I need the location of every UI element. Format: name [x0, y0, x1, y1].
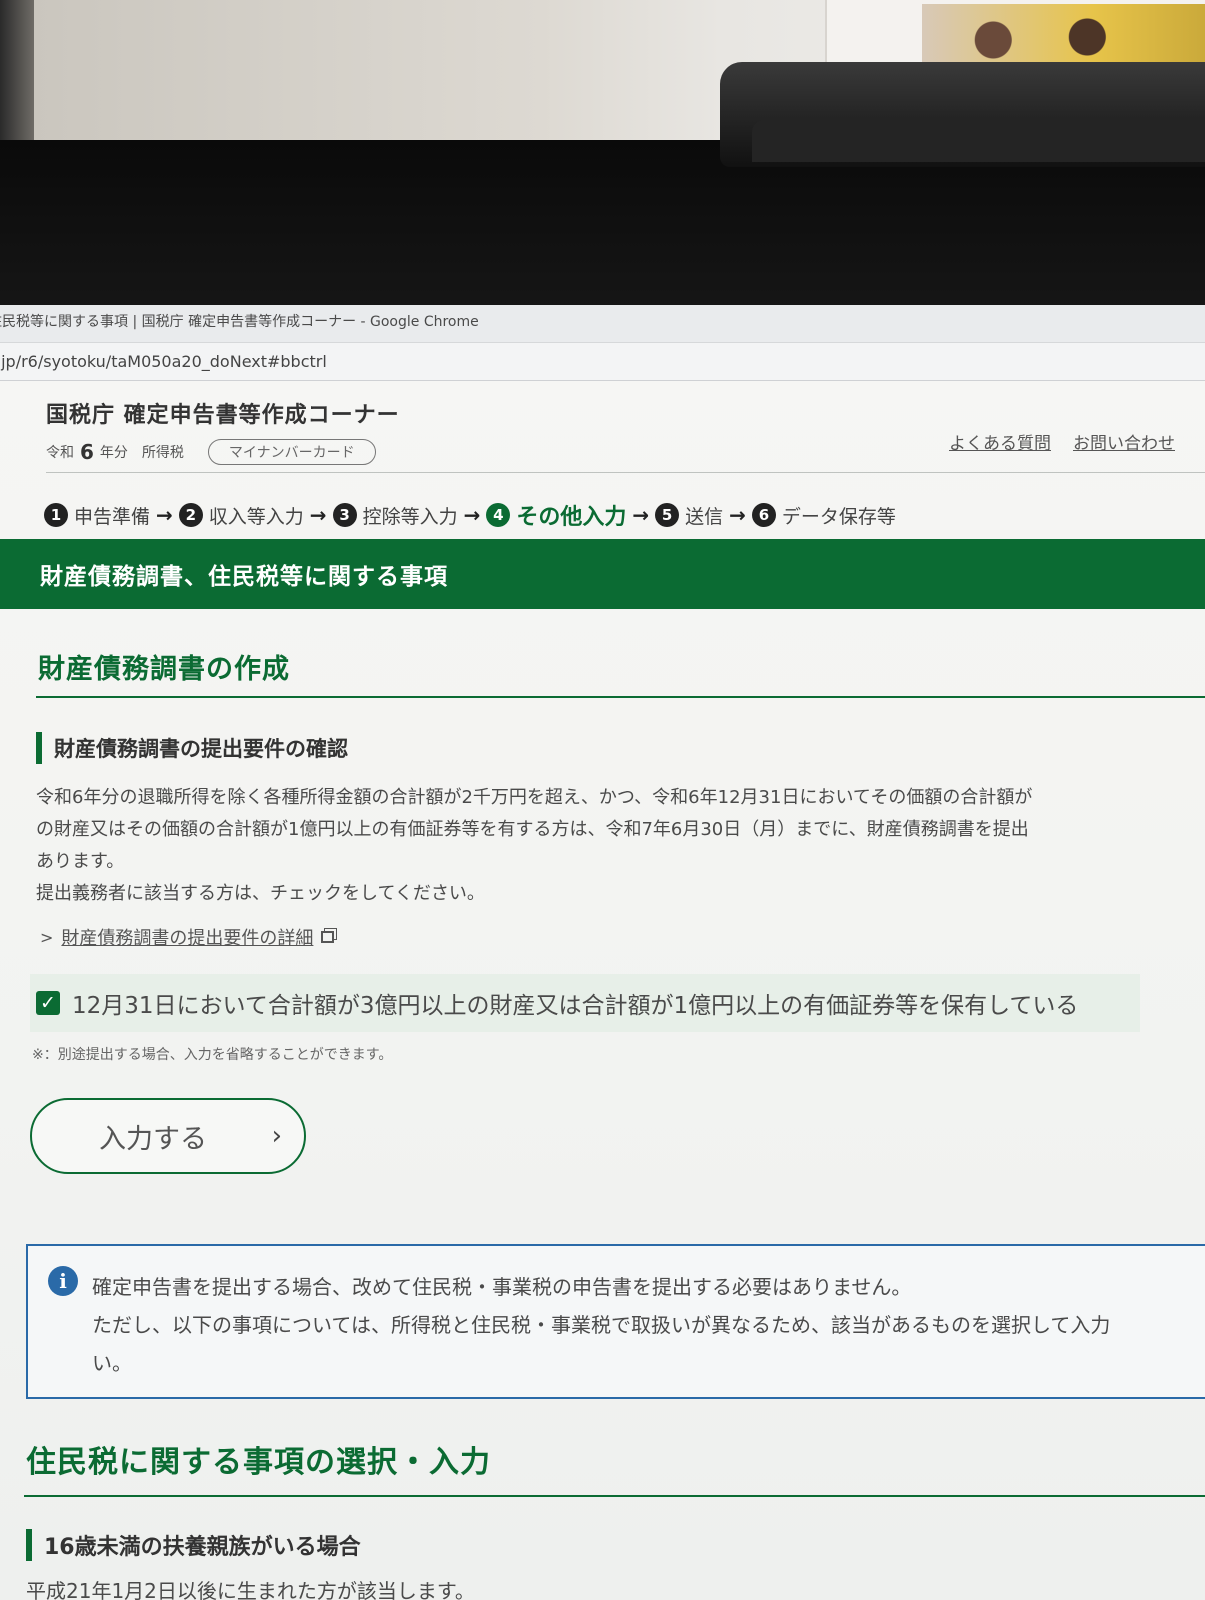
filing-obligation-option[interactable]: ✓ 12月31日において合計額が3億円以上の財産又は合計額が1億円以上の有価証券… — [30, 974, 1140, 1032]
property-section-heading: 財産債務調書の作成 — [0, 609, 1205, 686]
site-header: 国税庁 確定申告書等作成コーナー 令和 6 年分 所得税 マイナンバーカード よ… — [0, 381, 1205, 473]
contact-link[interactable]: お問い合わせ — [1073, 429, 1175, 454]
requirement-detail-link[interactable]: > 財産債務調書の提出要件の詳細 — [40, 924, 1205, 950]
input-button-label: 入力する — [99, 1123, 207, 1155]
description-line: あります。 — [36, 851, 125, 872]
tax-type: 所得税 — [141, 445, 184, 461]
step-label: 申告準備 — [74, 505, 151, 528]
header-divider — [46, 472, 1205, 473]
external-window-icon — [321, 931, 335, 943]
year-suffix: 年分 — [99, 445, 128, 461]
browser-window: 住民税等に関する事項 | 国税庁 確定申告書等作成コーナー - Google C… — [0, 305, 1205, 1600]
year-value: 6 — [80, 440, 94, 464]
step-label: データ保存等 — [781, 505, 896, 528]
background-edge — [0, 0, 34, 150]
requirement-subtitle: 財産債務調書の提出要件の確認 — [54, 737, 348, 761]
info-line: い。 — [92, 1351, 132, 1375]
dependents-subtitle: 16歳未満の扶養親族がいる場合 — [44, 1535, 361, 1560]
property-section-title: 財産債務調書の作成 — [38, 654, 290, 685]
era-label: 令和 — [46, 445, 74, 461]
window-title: 住民税等に関する事項 | 国税庁 確定申告書等作成コーナー - Google C… — [0, 314, 479, 330]
dependents-subheading: 16歳未満の扶養親族がいる場合 — [26, 1529, 1205, 1561]
step-label: その他入力 — [516, 505, 627, 530]
filing-obligation-checkbox[interactable]: ✓ — [36, 991, 60, 1015]
arrow-right-icon: → — [156, 503, 173, 527]
header-links: よくある質問 お問い合わせ — [949, 429, 1175, 454]
window-title-bar: 住民税等に関する事項 | 国税庁 確定申告書等作成コーナー - Google C… — [0, 305, 1205, 343]
step-number: 6 — [751, 503, 776, 527]
step-6: 6 データ保存等 — [751, 502, 896, 529]
page-title: 財産債務調書、住民税等に関する事項 — [40, 564, 448, 590]
arrow-right-icon: → — [632, 503, 650, 527]
resident-section-heading: 住民税に関する事項の選択・入力 — [0, 1399, 1205, 1481]
background-photo-card — [825, 0, 1205, 70]
detail-link-text[interactable]: 財産債務調書の提出要件の詳細 — [61, 924, 313, 950]
step-2: 2 収入等入力 — [178, 502, 304, 529]
site-name: 国税庁 確定申告書等作成コーナー — [46, 403, 400, 428]
faq-link[interactable]: よくある質問 — [949, 429, 1051, 454]
webcam-lip — [752, 120, 1205, 162]
section-divider — [36, 696, 1205, 698]
url-text[interactable]: .jp/r6/syotoku/taM050a20_doNext#bbctrl — [0, 352, 327, 371]
step-5: 5 送信 — [655, 502, 723, 529]
resident-tax-info-box: i 確定申告書を提出する場合、改めて住民税・事業税の申告書を提出する必要はありま… — [26, 1244, 1205, 1399]
address-bar[interactable]: .jp/r6/syotoku/taM050a20_doNext#bbctrl — [0, 343, 1205, 381]
checkbox-label[interactable]: 12月31日において合計額が3億円以上の財産又は合計額が1億円以上の有価証券等を… — [72, 986, 1078, 1020]
step-number: 5 — [655, 503, 680, 527]
info-line: 確定申告書を提出する場合、改めて住民税・事業税の申告書を提出する必要はありません… — [92, 1275, 912, 1299]
resident-section-title: 住民税に関する事項の選択・入力 — [26, 1445, 491, 1480]
step-number: 2 — [178, 503, 203, 527]
description-line: 提出義務者に該当する方は、チェックをしてください。 — [36, 883, 485, 904]
step-number: 1 — [44, 503, 68, 527]
requirement-description: 令和6年分の退職所得を除く各種所得金額の合計額が2千万円を超え、かつ、令和6年1… — [36, 782, 1205, 910]
chevron-right-icon: › — [271, 1121, 282, 1151]
requirement-subheading: 財産債務調書の提出要件の確認 — [36, 732, 1205, 764]
arrow-right-icon: → — [463, 503, 481, 527]
page-content: 国税庁 確定申告書等作成コーナー 令和 6 年分 所得税 マイナンバーカード よ… — [0, 381, 1205, 1600]
method-badge: マイナンバーカード — [207, 439, 376, 465]
input-button[interactable]: 入力する › — [30, 1098, 306, 1174]
step-number: 4 — [486, 503, 511, 527]
step-number: 3 — [332, 503, 357, 527]
arrow-right-icon: → — [729, 503, 746, 527]
step-label: 収入等入力 — [208, 505, 304, 528]
description-line: の財産又はその価額の合計額が1億円以上の有価証券等を有する方は、令和7年6月30… — [36, 819, 1029, 840]
step-1: 1 申告準備 — [44, 502, 150, 529]
chevron-right-icon: > — [40, 927, 54, 947]
info-line: ただし、以下の事項については、所得税と住民税・事業税で取扱いが異なるため、該当が… — [92, 1313, 1111, 1337]
progress-steps: 1 申告準備 → 2 収入等入力 → 3 控除等入力 → 4 その他入力 → 5 送信 →… — [0, 473, 1205, 539]
dependents-description: 平成21年1月2日以後に生まれた方が該当します。 — [26, 1579, 475, 1600]
page-title-banner: 財産債務調書、住民税等に関する事項 — [0, 539, 1205, 609]
subheading-bar — [36, 732, 42, 764]
omission-note: ※：別途提出する場合、入力を省略することができます。 — [32, 1047, 393, 1063]
step-label: 送信 — [685, 505, 724, 528]
background-photo — [922, 4, 1205, 64]
step-4: 4 その他入力 — [486, 499, 626, 531]
info-icon: i — [48, 1266, 78, 1296]
step-label: 控除等入力 — [362, 505, 458, 528]
description-line: 令和6年分の退職所得を除く各種所得金額の合計額が2千万円を超え、かつ、令和6年1… — [36, 787, 1033, 808]
step-3: 3 控除等入力 — [332, 502, 458, 529]
subheading-bar — [26, 1529, 32, 1561]
arrow-right-icon: → — [309, 503, 327, 527]
section-divider — [24, 1495, 1205, 1497]
